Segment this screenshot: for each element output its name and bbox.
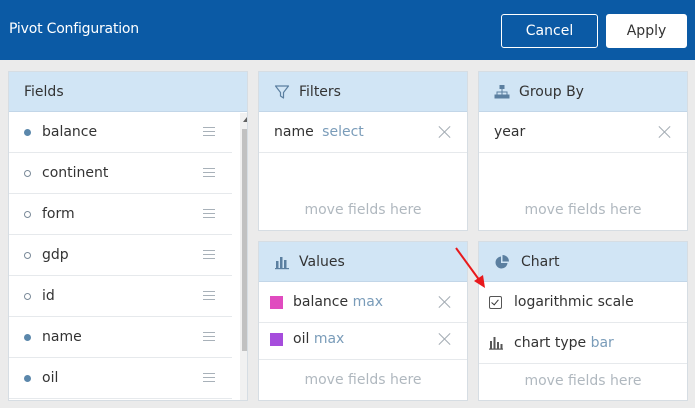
series-color-swatch[interactable] bbox=[270, 296, 283, 309]
filter-item-label: name select bbox=[274, 124, 364, 140]
filters-panel-title: Filters bbox=[299, 84, 341, 100]
drag-handle-icon[interactable] bbox=[203, 209, 215, 219]
filter-icon bbox=[274, 85, 290, 99]
drag-handle-icon[interactable] bbox=[203, 127, 215, 137]
chart-type-icon bbox=[489, 337, 503, 350]
field-label: oil bbox=[42, 370, 59, 386]
chart-panel: Chart logarithmic scale chart type bar m… bbox=[478, 241, 688, 401]
field-label: name bbox=[42, 329, 82, 345]
pie-chart-icon bbox=[495, 255, 509, 269]
chart-panel-header: Chart bbox=[479, 242, 687, 282]
value-field-name: oil bbox=[293, 331, 310, 347]
field-used-dot-icon bbox=[24, 129, 31, 136]
scrollbar-thumb[interactable] bbox=[242, 129, 247, 351]
log-scale-label: logarithmic scale bbox=[514, 294, 634, 310]
page-title: Pivot Configuration bbox=[9, 21, 139, 37]
field-item-id[interactable]: id bbox=[9, 276, 232, 317]
field-label: form bbox=[42, 206, 75, 222]
chart-type-option[interactable]: chart type bar bbox=[479, 323, 687, 364]
log-scale-checkbox[interactable] bbox=[489, 296, 502, 309]
groupby-panel-header: Group By bbox=[479, 72, 687, 112]
scroll-up-arrow-icon[interactable] bbox=[243, 117, 247, 122]
groupby-field-name: year bbox=[494, 124, 526, 140]
series-color-swatch[interactable] bbox=[270, 333, 283, 346]
groupby-panel-title: Group By bbox=[519, 84, 584, 100]
bar-chart-icon bbox=[275, 257, 289, 270]
field-label: id bbox=[42, 288, 55, 304]
value-item[interactable]: oil max bbox=[259, 319, 467, 360]
drag-handle-icon[interactable] bbox=[203, 291, 215, 301]
filters-panel: Filters name select move fields here bbox=[258, 71, 468, 231]
filters-panel-header: Filters bbox=[259, 72, 467, 112]
value-aggregation[interactable]: max bbox=[314, 331, 345, 347]
field-unused-dot-icon bbox=[24, 170, 31, 177]
values-dropzone-hint: move fields here bbox=[304, 372, 422, 388]
fields-panel: Fields balance continent form gdp id name oil bbox=[8, 71, 248, 401]
chart-dropzone-hint: move fields here bbox=[524, 373, 642, 389]
hierarchy-icon bbox=[494, 85, 510, 99]
groupby-item[interactable]: year bbox=[479, 112, 687, 153]
value-item[interactable]: balance max bbox=[259, 282, 467, 323]
remove-value-icon[interactable] bbox=[438, 295, 451, 308]
values-panel-header: Values bbox=[259, 242, 467, 282]
fields-scrollbar[interactable] bbox=[240, 113, 247, 400]
value-field-name: balance bbox=[293, 294, 349, 310]
values-panel: Values balance max oil max move fields h… bbox=[258, 241, 468, 401]
groupby-panel: Group By year move fields here bbox=[478, 71, 688, 231]
field-item-name[interactable]: name bbox=[9, 317, 232, 358]
field-item-gdp[interactable]: gdp bbox=[9, 235, 232, 276]
fields-panel-title: Fields bbox=[24, 84, 64, 100]
field-used-dot-icon bbox=[24, 334, 31, 341]
field-label: balance bbox=[42, 124, 98, 140]
chart-panel-title: Chart bbox=[521, 254, 560, 270]
header-bar: Pivot Configuration Cancel Apply bbox=[0, 0, 695, 60]
drag-handle-icon[interactable] bbox=[203, 168, 215, 178]
log-scale-option[interactable]: logarithmic scale bbox=[479, 282, 687, 323]
field-unused-dot-icon bbox=[24, 293, 31, 300]
field-unused-dot-icon bbox=[24, 252, 31, 259]
value-aggregation[interactable]: max bbox=[353, 294, 384, 310]
cancel-button[interactable]: Cancel bbox=[501, 14, 598, 48]
drag-handle-icon[interactable] bbox=[203, 332, 215, 342]
field-item-continent[interactable]: continent bbox=[9, 153, 232, 194]
field-used-dot-icon bbox=[24, 375, 31, 382]
value-item-label: balance max bbox=[293, 294, 383, 310]
value-item-label: oil max bbox=[293, 331, 344, 347]
filter-field-name: name bbox=[274, 124, 314, 140]
filters-dropzone-hint: move fields here bbox=[304, 202, 422, 218]
chart-type-value[interactable]: bar bbox=[591, 335, 614, 351]
field-item-oil[interactable]: oil bbox=[9, 358, 232, 399]
annotation-arrow-icon bbox=[455, 247, 485, 288]
field-unused-dot-icon bbox=[24, 211, 31, 218]
values-panel-title: Values bbox=[299, 254, 345, 270]
fields-panel-header: Fields bbox=[9, 72, 247, 112]
drag-handle-icon[interactable] bbox=[203, 250, 215, 260]
remove-value-icon[interactable] bbox=[438, 332, 451, 345]
apply-button[interactable]: Apply bbox=[606, 14, 687, 48]
filter-item[interactable]: name select bbox=[259, 112, 467, 153]
field-item-form[interactable]: form bbox=[9, 194, 232, 235]
field-item-balance[interactable]: balance bbox=[9, 112, 232, 153]
filter-mode[interactable]: select bbox=[322, 124, 364, 140]
groupby-dropzone-hint: move fields here bbox=[524, 202, 642, 218]
remove-filter-icon[interactable] bbox=[438, 125, 451, 138]
chart-type-label: chart type bar bbox=[514, 335, 614, 351]
remove-groupby-icon[interactable] bbox=[658, 125, 671, 138]
drag-handle-icon[interactable] bbox=[203, 373, 215, 383]
chart-type-caption: chart type bbox=[514, 335, 587, 351]
field-label: continent bbox=[42, 165, 109, 181]
field-label: gdp bbox=[42, 247, 69, 263]
